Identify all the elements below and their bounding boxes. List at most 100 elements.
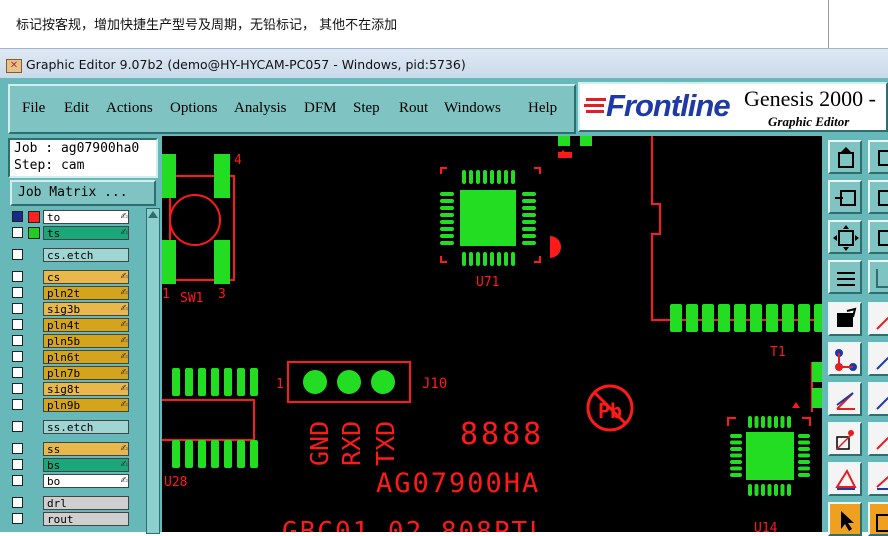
layer-row[interactable]: pln4t ✍ <box>10 318 132 333</box>
layer-name[interactable]: sig8t <box>43 382 129 396</box>
layer-row[interactable]: bs ✍ <box>10 458 132 473</box>
layer-checkbox[interactable] <box>12 475 23 486</box>
tool-pointer[interactable] <box>828 502 862 536</box>
layer-color-swatch[interactable] <box>28 227 40 239</box>
tool-pointer-2[interactable] <box>868 502 888 536</box>
tool-angle[interactable] <box>828 382 862 416</box>
job-name: Job : ag07900ha0 <box>14 141 140 156</box>
layer-row[interactable]: sig8t ✍ <box>10 382 132 397</box>
layer-row[interactable]: drl <box>10 496 132 511</box>
tool-angle-2[interactable] <box>868 382 888 416</box>
tool-select-feature[interactable] <box>828 302 862 336</box>
layer-name[interactable]: rout <box>43 512 129 526</box>
layer-checkbox[interactable] <box>12 399 23 410</box>
layer-name[interactable]: ts <box>43 226 129 240</box>
layer-checkbox[interactable] <box>12 303 23 314</box>
layer-name[interactable]: ss <box>43 442 129 456</box>
tool-fit-2[interactable] <box>868 220 888 254</box>
tool-arc[interactable] <box>868 342 888 376</box>
tool-zoom-out[interactable] <box>868 180 888 214</box>
tool-line[interactable] <box>868 302 888 336</box>
menu-step[interactable]: Step <box>353 100 380 117</box>
layer-row[interactable]: pln5b ✍ <box>10 334 132 349</box>
tool-polygon[interactable] <box>828 462 862 496</box>
layer-row[interactable]: ts ✍ <box>10 226 132 241</box>
layer-checkbox[interactable] <box>12 497 23 508</box>
layer-checkbox[interactable] <box>12 271 23 282</box>
layer-row[interactable]: pln6t ✍ <box>10 350 132 365</box>
layer-row[interactable]: cs.etch <box>10 248 132 263</box>
layer-row[interactable]: pln9b ✍ <box>10 398 132 413</box>
tool-snap[interactable] <box>828 422 862 456</box>
tool-polygon-2[interactable] <box>868 462 888 496</box>
layer-name[interactable]: drl <box>43 496 129 510</box>
layer-checkbox[interactable] <box>12 335 23 346</box>
layer-name[interactable]: cs <box>43 270 129 284</box>
scroll-up-icon[interactable] <box>148 211 158 218</box>
layer-checkbox[interactable] <box>12 513 23 524</box>
layer-checkbox[interactable] <box>12 367 23 378</box>
tool-measure[interactable] <box>828 260 862 294</box>
tool-fit[interactable] <box>828 220 862 254</box>
layer-checkbox[interactable] <box>12 351 23 362</box>
layer-checkbox[interactable] <box>12 383 23 394</box>
layer-scrollbar[interactable] <box>146 208 160 534</box>
layer-name[interactable]: sig3b <box>43 302 129 316</box>
window-title-bar[interactable]: ✕ Graphic Editor 9.07b2 (demo@HY-HYCAM-P… <box>0 48 888 79</box>
layer-row[interactable]: ss.etch <box>10 420 132 435</box>
layer-row[interactable]: bo ✍ <box>10 474 132 489</box>
layer-row[interactable]: pln7b ✍ <box>10 366 132 381</box>
layer-name[interactable]: pln6t <box>43 350 129 364</box>
layer-name[interactable]: pln5b <box>43 334 129 348</box>
layer-checkbox[interactable] <box>12 211 23 222</box>
layer-row[interactable]: to ✍ <box>10 210 132 225</box>
layer-checkbox[interactable] <box>12 227 23 238</box>
layer-name[interactable]: cs.etch <box>43 248 129 262</box>
menu-edit[interactable]: Edit <box>64 100 89 117</box>
layer-row[interactable]: rout <box>10 512 132 527</box>
zoom-icon <box>878 150 888 166</box>
tool-zoom-home[interactable] <box>828 140 862 174</box>
layer-list: to ✍ ts ✍ cs.etch cs ✍ pln2t ✍ sig3b ✍ pln4t ✍ pln5b ✍… <box>10 210 132 532</box>
menu-analysis[interactable]: Analysis <box>234 100 287 117</box>
menu-help[interactable]: Help <box>528 100 557 117</box>
layer-checkbox[interactable] <box>12 443 23 454</box>
menu-options[interactable]: Options <box>170 100 218 117</box>
layer-name[interactable]: pln4t <box>43 318 129 332</box>
layer-row[interactable]: cs ✍ <box>10 270 132 285</box>
layer-name[interactable]: pln7b <box>43 366 129 380</box>
layer-checkbox[interactable] <box>12 249 23 260</box>
layer-panel: Job : ag07900ha0 Step: cam Job Matrix ..… <box>6 136 160 534</box>
job-matrix-button[interactable]: Job Matrix ... <box>10 180 156 206</box>
layer-row[interactable]: pln2t ✍ <box>10 286 132 301</box>
tool-net[interactable] <box>828 342 862 376</box>
edit-hand-icon: ✍ <box>120 212 128 222</box>
menu-actions[interactable]: Actions <box>106 100 153 117</box>
layer-name[interactable]: bs <box>43 458 129 472</box>
menu-rout[interactable]: Rout <box>399 100 428 117</box>
layer-row[interactable]: sig3b ✍ <box>10 302 132 317</box>
layer-color-swatch[interactable] <box>28 211 40 223</box>
gnd-label: GND <box>305 421 334 466</box>
layer-name[interactable]: pln2t <box>43 286 129 300</box>
graphic-canvas[interactable]: 4 1 SW1 3 U71 T1 1 J10 U28 U14 8888 AG07… <box>162 136 822 532</box>
menu-file[interactable]: File <box>22 100 45 117</box>
angle-icon <box>836 392 855 410</box>
tool-zoom-extra[interactable] <box>868 140 888 174</box>
layer-checkbox[interactable] <box>12 459 23 470</box>
layer-row[interactable]: ss ✍ <box>10 442 132 457</box>
layer-name[interactable]: pln9b <box>43 398 129 412</box>
tool-snap-2[interactable] <box>868 422 888 456</box>
tool-zoom-in[interactable] <box>828 180 862 214</box>
layer-checkbox[interactable] <box>12 421 23 432</box>
pb-label: Pb <box>598 399 622 423</box>
layer-name[interactable]: to <box>43 210 129 224</box>
sw1-pin3-label: 3 <box>218 287 226 302</box>
layer-name[interactable]: ss.etch <box>43 420 129 434</box>
menu-windows[interactable]: Windows <box>444 100 501 117</box>
menu-dfm[interactable]: DFM <box>304 100 337 117</box>
layer-name[interactable]: bo <box>43 474 129 488</box>
layer-checkbox[interactable] <box>12 319 23 330</box>
tool-grid[interactable] <box>868 260 888 294</box>
layer-checkbox[interactable] <box>12 287 23 298</box>
